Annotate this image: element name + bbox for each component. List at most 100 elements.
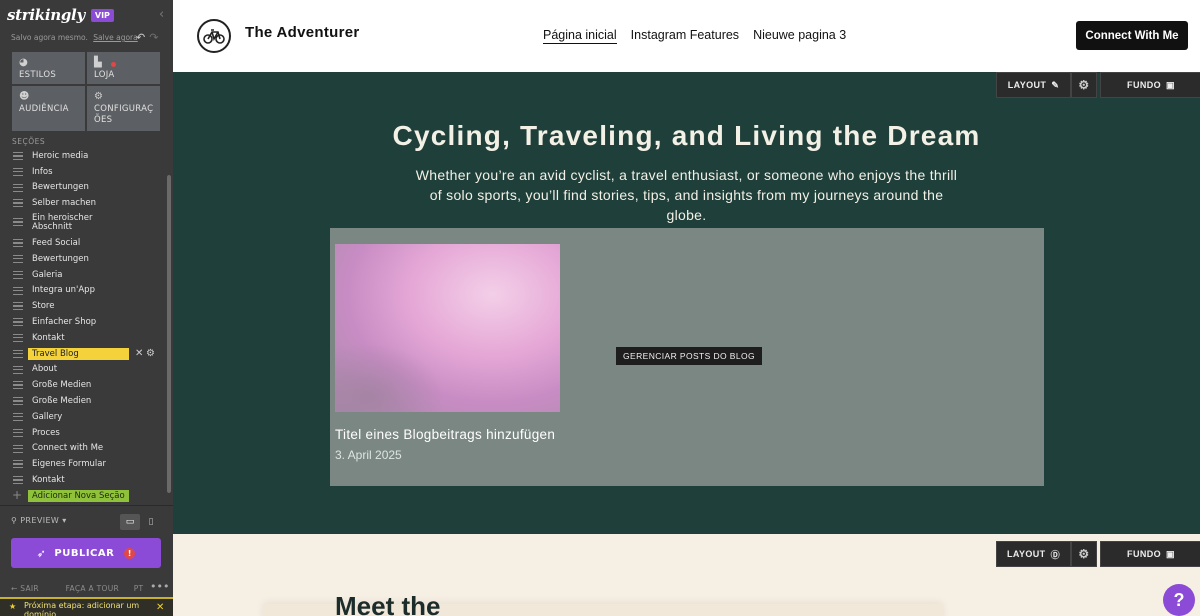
pencil-icon: ✎ xyxy=(1051,79,1060,90)
background-button[interactable]: FUNDO ▣ xyxy=(1100,72,1200,98)
scrollbar-thumb[interactable] xyxy=(167,175,171,493)
hero-subtitle[interactable]: Whether you’re an avid cyclist, a travel… xyxy=(413,165,960,225)
bicycle-icon[interactable] xyxy=(197,19,231,53)
drag-handle-icon[interactable] xyxy=(13,444,23,453)
blog-post-thumbnail[interactable] xyxy=(335,244,560,412)
drag-handle-icon[interactable] xyxy=(13,349,23,358)
section-item[interactable]: Infos xyxy=(0,164,168,180)
drag-handle-icon[interactable] xyxy=(13,381,23,390)
section-item[interactable]: About xyxy=(0,362,168,378)
drag-handle-icon[interactable] xyxy=(13,152,23,160)
drag-handle-icon[interactable] xyxy=(13,239,23,248)
section-item[interactable]: Feed Social xyxy=(0,235,168,251)
nav-item-instagram[interactable]: Instagram Features xyxy=(631,28,739,44)
preview-dropdown[interactable]: ⚲ PREVIEW ▾ xyxy=(11,516,67,525)
drag-handle-icon[interactable] xyxy=(13,412,23,421)
layout-label: LAYOUT xyxy=(1007,549,1046,559)
section-item[interactable]: Bewertungen xyxy=(0,251,168,267)
section-item[interactable]: Selber machen xyxy=(0,195,168,211)
language-link[interactable]: PT xyxy=(134,584,144,593)
drag-handle-icon[interactable] xyxy=(13,183,23,192)
help-button[interactable]: ? xyxy=(1163,584,1195,616)
section-settings-gear-icon[interactable]: ⚙ xyxy=(146,348,155,359)
drag-handle-icon[interactable] xyxy=(13,460,23,469)
section-item[interactable]: Galeria xyxy=(0,267,168,283)
close-icon[interactable]: ✕ xyxy=(156,602,164,613)
section-item[interactable]: Connect with Me xyxy=(0,441,168,457)
section-item[interactable]: Store xyxy=(0,298,168,314)
section-item[interactable]: Große Medien xyxy=(0,393,168,409)
section-item[interactable]: Proces xyxy=(0,425,168,441)
hero-title[interactable]: Cycling, Traveling, and Living the Dream xyxy=(173,120,1200,152)
nav-item-page3[interactable]: Nieuwe pagina 3 xyxy=(753,28,846,44)
vip-badge: VIP xyxy=(90,8,114,22)
brand-name[interactable]: The Adventurer xyxy=(245,24,360,41)
drag-handle-icon[interactable] xyxy=(13,397,23,406)
nav-item-home[interactable]: Página inicial xyxy=(543,28,617,44)
section-item[interactable]: Bewertungen xyxy=(0,180,168,196)
section-label: Bewertungen xyxy=(32,253,89,264)
drag-handle-icon[interactable] xyxy=(13,318,23,327)
drag-handle-icon[interactable] xyxy=(13,428,23,437)
manage-blog-posts-button[interactable]: GERENCIAR POSTS DO BLOG xyxy=(616,347,763,365)
section-item[interactable]: Einfacher Shop xyxy=(0,314,168,330)
section-label: Feed Social xyxy=(32,238,81,249)
section-item[interactable]: Kontakt xyxy=(0,472,168,488)
section-label: Kontakt xyxy=(32,475,65,486)
save-now-link[interactable]: Salve agora xyxy=(93,33,138,42)
section-label: Travel Blog xyxy=(28,347,129,360)
connect-button[interactable]: Connect With Me xyxy=(1076,21,1188,50)
settings-button[interactable]: ⚙ CONFIGURAÇ ÕES xyxy=(86,85,161,132)
section-label: Bewertungen xyxy=(32,182,89,193)
audience-button[interactable]: ☻ AUDIÊNCIA xyxy=(11,85,86,132)
section-gear-icon[interactable]: ⚙ xyxy=(1071,541,1097,567)
background-button[interactable]: FUNDO ▣ xyxy=(1100,541,1200,567)
section-item[interactable]: Gallery xyxy=(0,409,168,425)
section-item[interactable]: Große Medien xyxy=(0,377,168,393)
drag-handle-icon[interactable] xyxy=(13,254,23,263)
redo-icon[interactable]: ↷ xyxy=(149,31,158,44)
drag-handle-icon[interactable] xyxy=(13,302,23,311)
layout-button[interactable]: LAYOUT ✎ xyxy=(996,72,1071,98)
drag-handle-icon[interactable] xyxy=(13,270,23,279)
publish-button[interactable]: ➶ PUBLICAR ! xyxy=(11,538,161,568)
add-section-button[interactable]: + Adicionar Nova Seção xyxy=(0,488,168,504)
exit-link[interactable]: ← SAIR xyxy=(11,584,51,593)
drag-handle-icon[interactable] xyxy=(13,333,23,342)
section-gear-icon[interactable]: ⚙ xyxy=(1071,72,1097,98)
section-item[interactable]: Integra un'App xyxy=(0,283,168,299)
drag-handle-icon[interactable] xyxy=(13,218,23,227)
strikingly-logo[interactable]: strikingly xyxy=(7,6,85,24)
mobile-view-icon[interactable]: ▯ xyxy=(145,514,157,530)
section-item[interactable]: Ein heroischer Abschnitt xyxy=(0,211,168,235)
save-status-text: Salvo agora mesmo. xyxy=(11,33,88,42)
meet-title[interactable]: Meet the xyxy=(335,591,440,616)
undo-icon[interactable]: ↶ xyxy=(136,31,145,44)
section-item[interactable]: Kontakt xyxy=(0,330,168,346)
store-button[interactable]: ▙ LOJA xyxy=(86,51,161,85)
drag-handle-icon[interactable] xyxy=(13,199,23,208)
drag-handle-icon[interactable] xyxy=(13,476,23,485)
section-item[interactable]: Eigenes Formular xyxy=(0,456,168,472)
chevron-left-icon[interactable]: ‹ xyxy=(159,7,164,22)
blog-section-box[interactable]: GERENCIAR POSTS DO BLOG Titel eines Blog… xyxy=(330,228,1044,486)
delete-section-icon[interactable]: ✕ xyxy=(135,348,143,359)
drag-handle-icon[interactable] xyxy=(13,365,23,374)
drag-handle-icon[interactable] xyxy=(13,167,23,176)
site-canvas: The Adventurer Página inicial Instagram … xyxy=(173,0,1200,616)
styles-button[interactable]: ◕ ESTILOS xyxy=(11,51,86,85)
tour-link[interactable]: FAÇA A TOUR xyxy=(66,584,119,593)
section-label: Infos xyxy=(32,166,53,177)
more-options-icon[interactable]: ••• xyxy=(150,580,169,593)
people-icon: ☻ xyxy=(19,91,30,102)
next-step-banner[interactable]: ★ Próxima etapa: adicionar um domínio ✕ xyxy=(0,597,173,616)
layout-button[interactable]: LAYOUT Ⓓ xyxy=(996,541,1071,567)
blog-post-title[interactable]: Titel eines Blogbeitrags hinzufügen xyxy=(335,427,555,442)
section-label: Eigenes Formular xyxy=(32,459,106,470)
section-item[interactable]: Heroic media xyxy=(0,148,168,164)
desktop-view-icon[interactable]: ▭ xyxy=(120,514,140,530)
section-item-active[interactable]: Travel Blog ✕ ⚙ xyxy=(0,346,168,362)
drag-handle-icon[interactable] xyxy=(13,286,23,295)
palette-icon: ◕ xyxy=(19,57,29,68)
bottom-links: ← SAIR FAÇA A TOUR PT xyxy=(11,584,155,593)
